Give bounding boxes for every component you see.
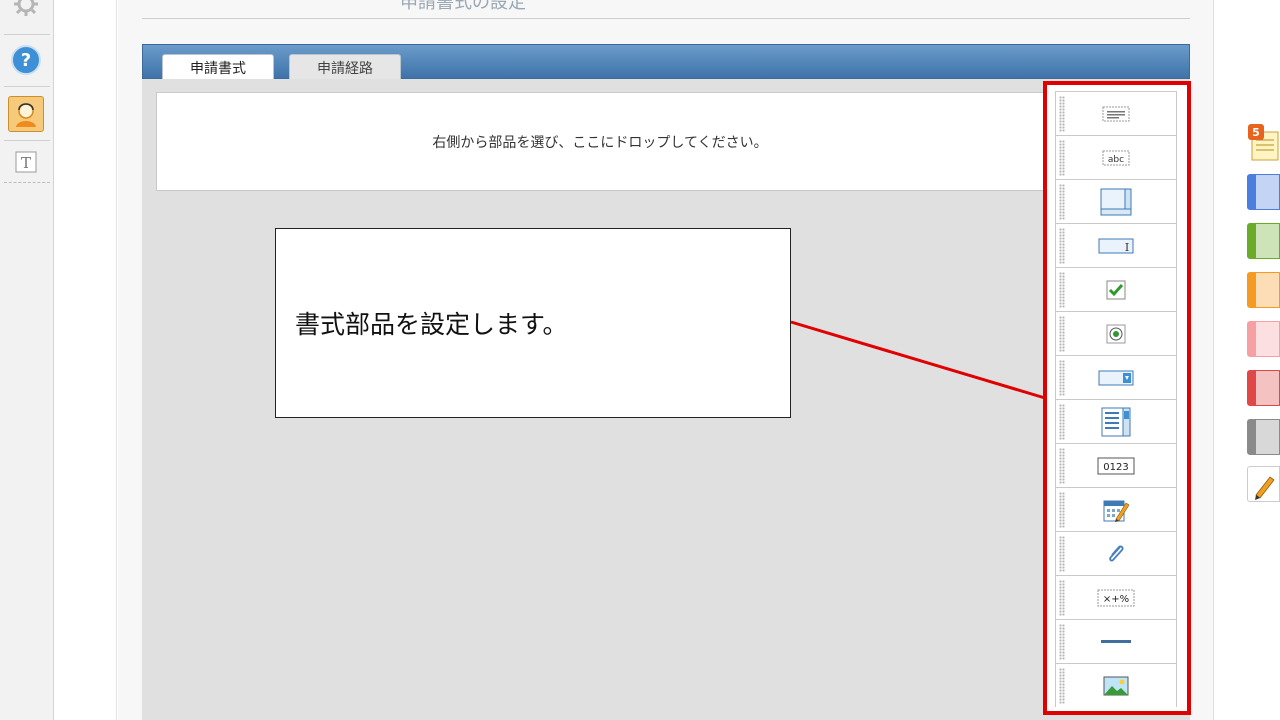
pencil-edit-icon[interactable] xyxy=(1247,466,1280,502)
tag-color-pink[interactable] xyxy=(1247,321,1280,357)
part-radio[interactable] xyxy=(1056,312,1176,356)
radio-button-icon xyxy=(1106,324,1126,343)
calculation-icon: ×+% xyxy=(1097,589,1135,606)
tab-bar: 申請書式 申請経路 xyxy=(142,44,1190,80)
callout-box: 書式部品を設定します。 xyxy=(275,228,791,418)
rail-divider xyxy=(4,182,50,183)
right-tag-strip xyxy=(1215,0,1280,720)
tag-color-gray[interactable] xyxy=(1247,419,1280,455)
checkbox-icon xyxy=(1106,280,1126,299)
label-text-icon xyxy=(1102,106,1130,121)
part-list-box[interactable] xyxy=(1056,400,1176,444)
part-text[interactable]: abc xyxy=(1056,136,1176,180)
tab-application-form[interactable]: 申請書式 xyxy=(162,54,274,80)
tag-color-green[interactable] xyxy=(1247,223,1280,259)
svg-text:5: 5 xyxy=(1252,126,1260,139)
text-abc-icon: abc xyxy=(1102,150,1130,165)
part-textarea[interactable] xyxy=(1056,180,1176,224)
left-icon-rail: ? T xyxy=(0,0,54,720)
list-box-icon xyxy=(1101,407,1131,436)
gutter xyxy=(55,0,117,720)
text-format-glyph: T xyxy=(21,154,31,172)
part-checkbox[interactable] xyxy=(1056,268,1176,312)
help-icon[interactable]: ? xyxy=(8,42,44,78)
svg-text:0123: 0123 xyxy=(1103,462,1128,473)
help-glyph: ? xyxy=(21,50,31,71)
dropdown-icon xyxy=(1098,370,1134,385)
page-title: 申請書式の設定 xyxy=(400,0,526,13)
part-dropdown[interactable] xyxy=(1056,356,1176,400)
notes-badge-icon[interactable]: 5 xyxy=(1248,124,1280,162)
support-avatar-icon[interactable] xyxy=(8,96,44,132)
rail-divider xyxy=(4,140,50,141)
tag-color-red[interactable] xyxy=(1247,370,1280,406)
textarea-icon xyxy=(1100,188,1132,215)
parts-palette: abc I 0123 ×+% xyxy=(1055,91,1177,708)
separator-line-icon xyxy=(1101,639,1131,643)
part-image[interactable] xyxy=(1056,664,1176,708)
title-divider xyxy=(142,18,1190,19)
drop-zone[interactable]: 右側から部品を選び、ここにドロップしてください。 xyxy=(156,92,1044,191)
part-text-input[interactable]: I xyxy=(1056,224,1176,268)
part-number[interactable]: 0123 xyxy=(1056,444,1176,488)
callout-text: 書式部品を設定します。 xyxy=(295,310,568,339)
date-calendar-icon xyxy=(1103,500,1130,522)
part-attachment[interactable] xyxy=(1056,532,1176,576)
part-date[interactable] xyxy=(1056,488,1176,532)
svg-text:×+%: ×+% xyxy=(1103,594,1129,605)
text-format-icon[interactable]: T xyxy=(8,144,44,180)
number-icon: 0123 xyxy=(1097,457,1135,474)
part-calculation[interactable]: ×+% xyxy=(1056,576,1176,620)
attachment-clip-icon xyxy=(1109,544,1124,562)
tag-color-blue[interactable] xyxy=(1247,174,1280,210)
text-input-icon: I xyxy=(1098,238,1134,254)
gear-icon[interactable] xyxy=(8,0,44,22)
tab-application-route[interactable]: 申請経路 xyxy=(289,54,401,80)
svg-text:abc: abc xyxy=(1108,155,1124,165)
part-separator[interactable] xyxy=(1056,620,1176,664)
image-icon xyxy=(1103,676,1129,696)
rail-divider xyxy=(4,86,50,87)
tag-color-orange[interactable] xyxy=(1247,272,1280,308)
rail-divider xyxy=(4,34,50,35)
svg-text:I: I xyxy=(1125,241,1129,254)
part-label[interactable] xyxy=(1056,92,1176,136)
